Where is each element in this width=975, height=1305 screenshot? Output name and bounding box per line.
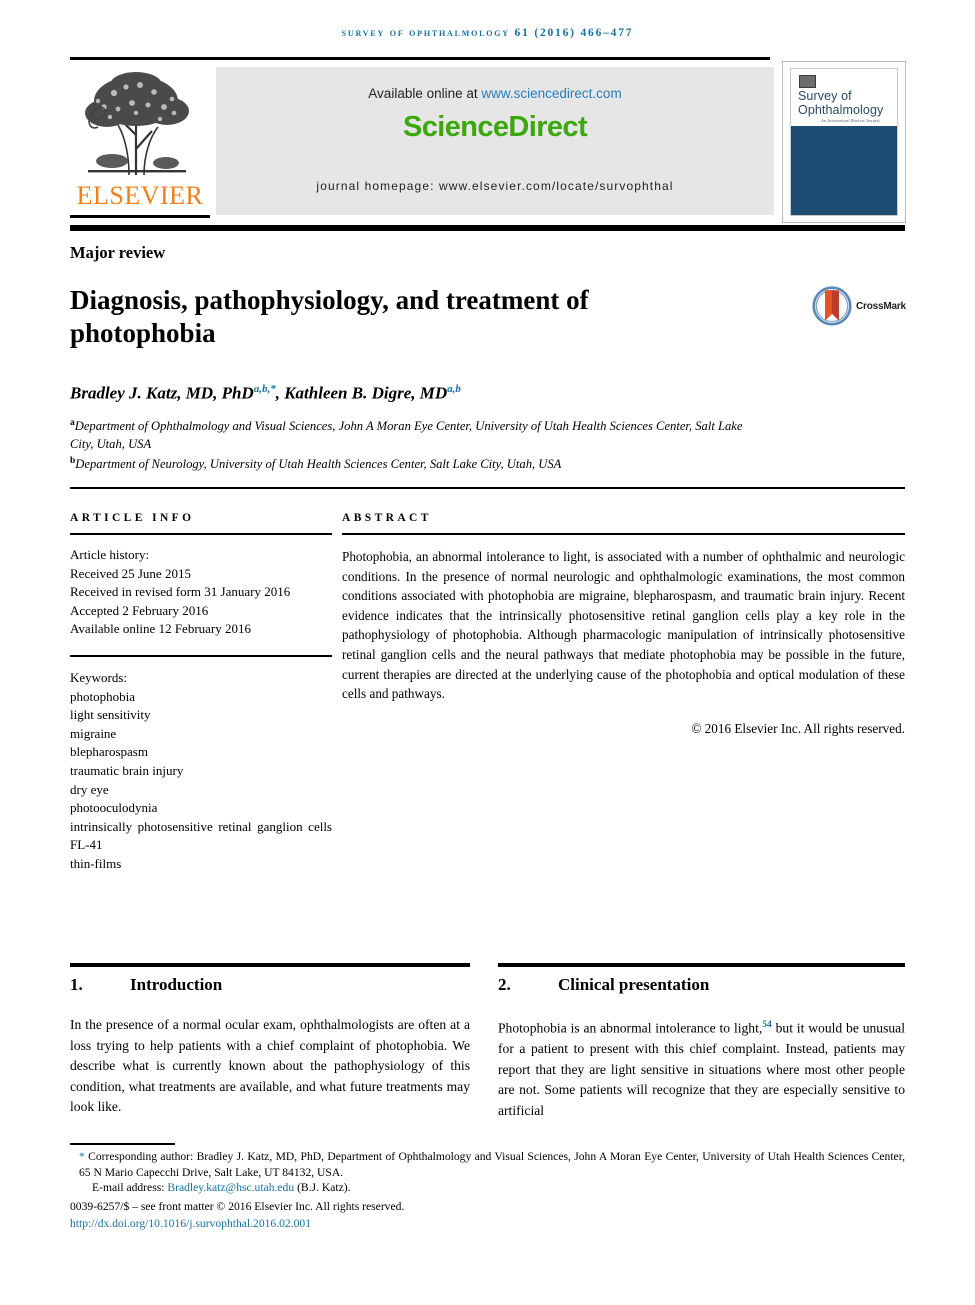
keyword-item: traumatic brain injury [70, 762, 184, 778]
article-history-item: Accepted 2 February 2016 [70, 602, 209, 618]
keywords-rule [70, 654, 332, 657]
article-type-label: Major review [70, 243, 166, 262]
affiliation-item: bDepartment of Neurology, University of … [70, 453, 760, 474]
journal-homepage-link[interactable]: journal homepage: www.elsevier.com/locat… [216, 179, 774, 193]
section-number: 1. [70, 975, 83, 994]
abstract-heading: ABSTRACT [342, 512, 432, 524]
elsevier-bottom-rule [70, 215, 210, 218]
issn-line: 0039-6257/$ – see front matter © 2016 El… [70, 1199, 405, 1213]
sciencedirect-banner: Available online at www.sciencedirect.co… [216, 67, 774, 215]
affiliation-text: Department of Ophthalmology and Visual S… [70, 419, 743, 451]
journal-cover-title: Survey of Ophthalmology [798, 89, 897, 117]
article-history-item: Available online 12 February 2016 [70, 621, 251, 637]
journal-cover-emblem-icon [799, 75, 816, 88]
journal-masthead: ELSEVIER Available online at www.science… [70, 57, 906, 231]
elsevier-tree-icon [74, 63, 206, 181]
keyword-item: FL-41 [70, 837, 103, 853]
journal-cover-title-line1: Survey of [798, 89, 852, 103]
article-page: Survey of Ophthalmology 61 (2016) 466–47… [0, 0, 975, 1305]
section-number: 2. [498, 975, 511, 994]
keyword-item: thin-films [70, 855, 122, 871]
masthead-thick-rule [70, 225, 905, 231]
abstract-text: Photophobia, an abnormal intolerance to … [342, 549, 905, 702]
keyword-item: photooculodynia [70, 800, 158, 816]
journal-cover-color-block [791, 126, 897, 215]
available-online-label: Available online at [368, 86, 482, 101]
keyword-list: Keywords: photophobia light sensitivity … [70, 669, 332, 874]
journal-cover-title-line2: Ophthalmology [798, 102, 884, 117]
section-title: Clinical presentation [558, 975, 710, 994]
footnote-block: * Corresponding author: Bradley J. Katz,… [70, 1149, 905, 1232]
keyword-item: migraine [70, 725, 117, 741]
running-head: Survey of Ophthalmology 61 (2016) 466–47… [341, 27, 634, 39]
sciencedirect-wordmark[interactable]: ScienceDirect [216, 111, 774, 144]
page-title: Diagnosis, pathophysiology, and treatmen… [70, 285, 589, 348]
keyword-item: light sensitivity [70, 707, 151, 723]
journal-cover-subtitle: An Internationl Review Journal [821, 118, 880, 123]
keyword-item: blepharospasm [70, 744, 148, 760]
keywords-label: Keywords: [70, 669, 128, 685]
affiliation-item: aDepartment of Ophthalmology and Visual … [70, 415, 760, 453]
elsevier-wordmark: ELSEVIER [76, 181, 204, 210]
section-title: Introduction [130, 975, 223, 994]
article-history-label: Article history: [70, 547, 150, 562]
abstract-column: ABSTRACT Photophobia, an abnormal intole… [342, 512, 905, 737]
crossmark-icon [812, 286, 852, 326]
section-body-introduction: In the presence of a normal ocular exam,… [70, 1017, 470, 1115]
keyword-item: dry eye [70, 781, 109, 797]
elsevier-logo: ELSEVIER [70, 63, 210, 223]
available-online-text: Available online at www.sciencedirect.co… [216, 86, 774, 101]
section-rule-left [70, 963, 470, 967]
article-history-item: Received in revised form 31 January 2016 [70, 584, 291, 600]
doi-link[interactable]: http://dx.doi.org/10.1016/j.survophthal.… [70, 1216, 905, 1232]
abstract-rule [342, 533, 905, 535]
journal-cover-image: Survey of Ophthalmology An Internationl … [790, 68, 898, 216]
article-history: Article history: Received 25 June 2015 R… [70, 546, 332, 639]
sciencedirect-url-link[interactable]: www.sciencedirect.com [481, 86, 621, 101]
section-heading-introduction: 1. Introduction [70, 975, 222, 995]
footnote-rule [70, 1143, 175, 1145]
keyword-item: photophobia [70, 688, 135, 704]
email-label: E-mail address: [92, 1181, 165, 1195]
article-info-rule [70, 533, 332, 535]
masthead-top-rule [70, 57, 770, 60]
email-note: E-mail address: Bradley.katz@hsc.utah.ed… [70, 1180, 905, 1196]
email-suffix: (B.J. Katz). [297, 1181, 351, 1195]
article-history-item: Received 25 June 2015 [70, 565, 191, 581]
article-info-heading: ARTICLE INFO [70, 512, 195, 524]
section-heading-clinical-presentation: 2. Clinical presentation [498, 975, 709, 995]
section-rule-right [498, 963, 905, 967]
article-info-column: ARTICLE INFO Article history: Received 2… [70, 512, 332, 874]
crossmark-badge[interactable]: CrossMark [812, 286, 907, 332]
header-divider-rule [70, 487, 905, 489]
crossmark-label: CrossMark [856, 301, 906, 312]
email-link[interactable]: Bradley.katz@hsc.utah.edu [167, 1181, 294, 1194]
affiliation-list: aDepartment of Ophthalmology and Visual … [70, 415, 760, 474]
section-body-clinical-presentation: Photophobia is an abnormal intolerance t… [498, 1020, 905, 1118]
corresponding-author-note: * Corresponding author: Bradley J. Katz,… [79, 1150, 905, 1179]
affiliation-text: Department of Neurology, University of U… [75, 457, 562, 472]
keyword-item: intrinsically photosensitive retinal gan… [70, 818, 332, 834]
author-list: Bradley J. Katz, MD, PhDa,b,*, Kathleen … [70, 383, 461, 403]
journal-cover-thumbnail[interactable]: Survey of Ophthalmology An Internationl … [782, 61, 906, 223]
abstract-copyright: © 2016 Elsevier Inc. All rights reserved… [691, 720, 905, 736]
